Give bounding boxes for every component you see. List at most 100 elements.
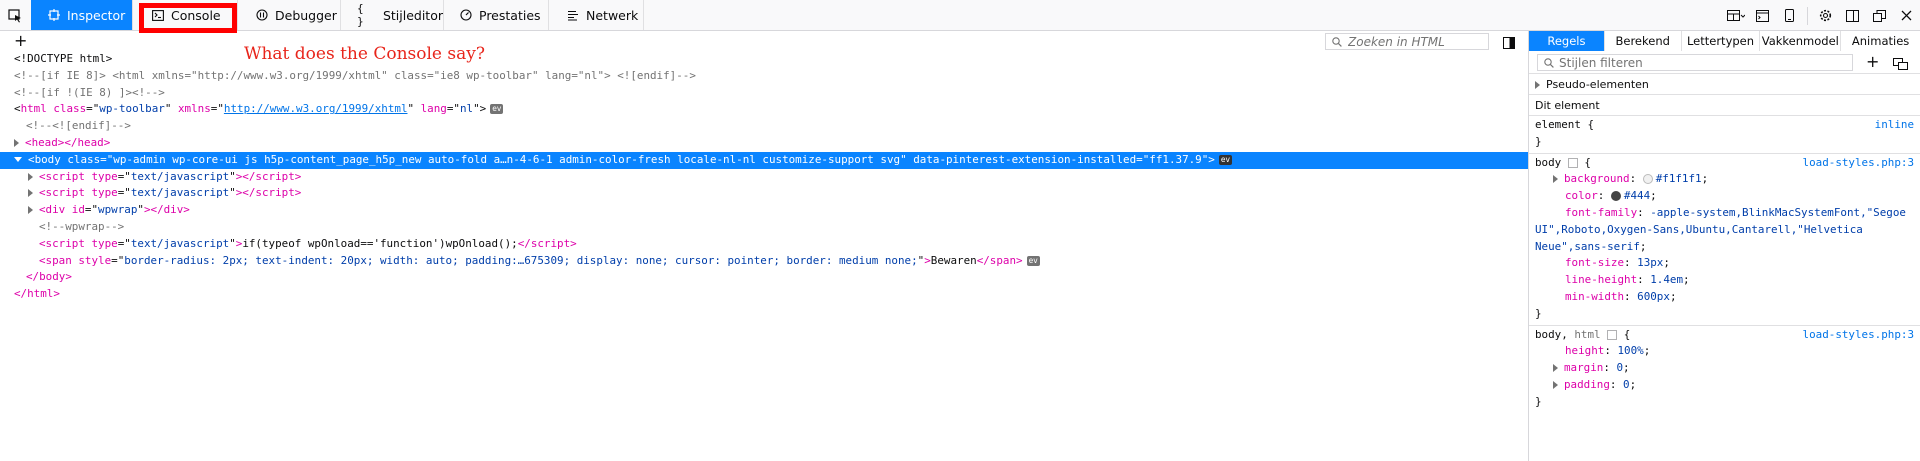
rule-declaration[interactable]: font-family: -apple-system,BlinkMacSyste…	[1529, 205, 1920, 255]
expand-twisty[interactable]	[28, 206, 33, 215]
highlight-selector-icon[interactable]	[1567, 157, 1578, 168]
rule-declaration[interactable]: line-height: 1.4em;	[1529, 272, 1920, 289]
property-value[interactable]: 1.4em	[1650, 273, 1683, 286]
add-rule-button[interactable]: +	[1866, 52, 1879, 72]
style-editor-icon: { }	[357, 2, 364, 28]
tab-debugger[interactable]: Debugger	[238, 0, 341, 30]
expand-twisty[interactable]	[1553, 380, 1558, 389]
markup-html-node[interactable]: <html class="wp-toolbar" xmlns="http://w…	[0, 101, 1528, 118]
rule-source-link[interactable]: load-styles.php:3	[1803, 155, 1914, 172]
frame-select-button[interactable]	[1722, 0, 1749, 31]
expand-twisty[interactable]	[1535, 81, 1540, 89]
property-name[interactable]: min-width	[1565, 290, 1624, 303]
attr-value: wpwrap	[98, 203, 138, 217]
rule-declaration[interactable]: height: 100%;	[1529, 343, 1920, 360]
tab-rules[interactable]: Regels	[1529, 31, 1605, 51]
tab-animations[interactable]: Animaties	[1841, 31, 1920, 51]
pseudo-elements-label: Pseudo-elementen	[1546, 78, 1649, 91]
performance-icon	[460, 9, 472, 21]
tab-box-model[interactable]: Vakkenmodel	[1760, 31, 1842, 51]
property-name[interactable]: line-height	[1565, 273, 1637, 286]
attr-value: wp-toolbar	[99, 102, 165, 116]
property-value[interactable]: 13px	[1637, 256, 1663, 269]
property-value[interactable]: 100%	[1617, 344, 1643, 357]
rule-selector-unmatched[interactable]: html	[1574, 328, 1600, 341]
event-badge[interactable]: ev	[1026, 255, 1040, 266]
markup-body-close[interactable]: </body>	[0, 269, 1528, 286]
settings-button[interactable]	[1812, 0, 1839, 31]
undock-button[interactable]	[1866, 0, 1893, 31]
markup-comment[interactable]: <!--[if !(IE 8) ]><!-->	[0, 85, 1528, 102]
property-value[interactable]: 600px	[1637, 290, 1670, 303]
add-node-button[interactable]: +	[14, 31, 27, 51]
rule-declaration[interactable]: margin: 0;	[1529, 360, 1920, 377]
markup-comment[interactable]: <!--[if IE 8]> <html xmlns="http://www.w…	[0, 68, 1528, 85]
markup-script-node[interactable]: <script type="text/javascript"></script>	[0, 169, 1528, 186]
tab-label: Netwerk	[586, 7, 639, 23]
expand-twisty[interactable]	[14, 138, 19, 147]
color-swatch[interactable]	[1642, 174, 1653, 185]
attr-value: wp-admin wp-core-ui js h5p-content_page_…	[113, 152, 901, 166]
dock-side-button[interactable]	[1839, 0, 1866, 31]
event-badge[interactable]: ev	[490, 104, 504, 115]
markup-doctype[interactable]: <!DOCTYPE html>	[0, 51, 1528, 68]
search-icon	[1544, 57, 1554, 68]
pseudo-elements-header[interactable]: Pseudo-elementen	[1529, 73, 1920, 95]
tab-style-editor[interactable]: { } Stijleditor	[341, 0, 444, 30]
xmlns-link[interactable]: http://www.w3.org/1999/xhtml	[224, 102, 408, 115]
rules-toolbar: +	[1529, 51, 1920, 73]
event-badge[interactable]: ev	[1218, 154, 1232, 165]
markup-div-node[interactable]: <div id="wpwrap"></div>	[0, 202, 1528, 219]
rule-header: element {inline	[1529, 117, 1920, 134]
property-name[interactable]: font-size	[1565, 256, 1624, 269]
html-search-input[interactable]	[1342, 34, 1478, 49]
markup-body-node-selected[interactable]: <body class="wp-admin wp-core-ui js h5p-…	[0, 151, 1528, 169]
rule-declaration[interactable]: min-width: 600px;	[1529, 289, 1920, 306]
collapse-twisty[interactable]	[14, 157, 22, 163]
property-value[interactable]: #444	[1624, 189, 1650, 202]
property-name[interactable]: font-family	[1565, 206, 1637, 219]
tab-performance[interactable]: Prestaties	[444, 0, 549, 30]
rule-selector[interactable]: element	[1535, 118, 1581, 131]
expand-twisty[interactable]	[1553, 364, 1558, 373]
property-name[interactable]: margin	[1564, 361, 1603, 374]
rule-source[interactable]: inline	[1875, 117, 1914, 134]
property-value[interactable]: #f1f1f1	[1656, 172, 1702, 185]
scratchpad-button[interactable]	[1749, 0, 1776, 31]
rule-declaration[interactable]: padding: 0;	[1529, 377, 1920, 394]
styles-filter-input[interactable]	[1554, 55, 1839, 70]
markup-comment[interactable]: <!--<![endif]-->	[0, 118, 1528, 135]
markup-inline-script-node[interactable]: <script type="text/javascript">if(typeof…	[0, 236, 1528, 253]
expand-twisty[interactable]	[28, 189, 33, 198]
property-name[interactable]: height	[1565, 344, 1604, 357]
markup-head-node[interactable]: <head></head>	[0, 135, 1528, 152]
highlight-selector-icon[interactable]	[1607, 329, 1618, 340]
markup-span-node[interactable]: <span style="border-radius: 2px; text-in…	[0, 253, 1528, 270]
element-picker-button[interactable]	[0, 0, 30, 31]
span-text: Bewaren	[930, 253, 977, 267]
toolbar-right-tools	[1722, 0, 1920, 31]
expand-twisty[interactable]	[1553, 175, 1558, 184]
property-name[interactable]: padding	[1564, 378, 1610, 391]
rule-source-link[interactable]: load-styles.php:3	[1803, 327, 1914, 344]
property-name[interactable]: background	[1564, 172, 1630, 185]
rule-declaration[interactable]: font-size: 13px;	[1529, 255, 1920, 272]
tab-network[interactable]: Netwerk	[549, 0, 644, 30]
rule-declaration[interactable]: background: #f1f1f1;	[1529, 171, 1920, 188]
tab-computed[interactable]: Berekend	[1605, 31, 1682, 51]
responsive-mode-button[interactable]	[1776, 0, 1803, 31]
toggle-classes-button[interactable]	[1893, 55, 1909, 74]
rule-selector[interactable]: body	[1535, 328, 1561, 341]
expand-twisty[interactable]	[28, 172, 33, 181]
attr-value: border-radius: 2px; text-indent: 20px; w…	[124, 253, 918, 267]
close-devtools-button[interactable]	[1893, 0, 1920, 31]
property-name[interactable]: color	[1565, 189, 1598, 202]
tab-inspector[interactable]: Inspector	[31, 0, 133, 30]
rule-declaration[interactable]: color: #444;	[1529, 188, 1920, 205]
markup-comment[interactable]: <!--wpwrap-->	[0, 219, 1528, 236]
tab-fonts[interactable]: Lettertypen	[1682, 31, 1761, 51]
markup-script-node[interactable]: <script type="text/javascript"></script>	[0, 185, 1528, 202]
color-swatch[interactable]	[1610, 191, 1621, 202]
rule-selector[interactable]: body	[1535, 156, 1561, 169]
markup-html-close[interactable]: </html>	[0, 286, 1528, 303]
